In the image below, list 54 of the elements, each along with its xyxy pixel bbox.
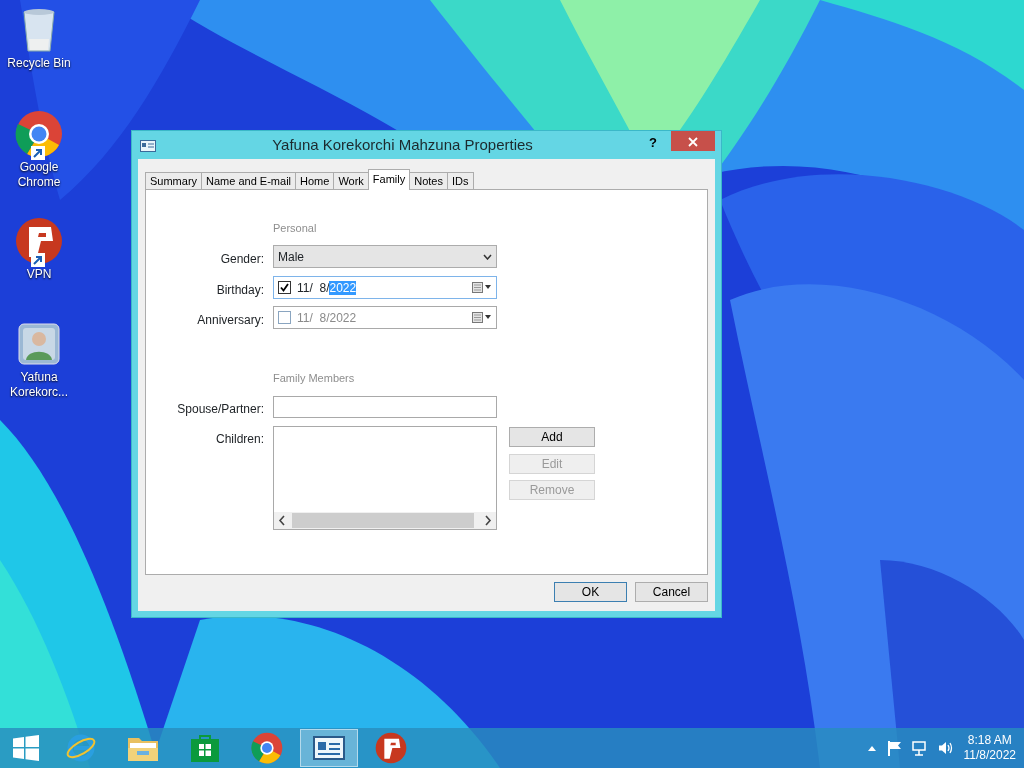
windows-start-icon[interactable] <box>13 735 39 761</box>
close-icon <box>688 137 698 148</box>
flag-icon[interactable] <box>887 740 902 756</box>
contact-icon <box>18 323 60 365</box>
tab[interactable]: Work <box>333 172 369 190</box>
tab[interactable]: IDs <box>447 172 474 190</box>
calendar-icon <box>472 282 492 293</box>
tab[interactable]: Family <box>367 169 411 190</box>
vpn-icon <box>375 732 407 764</box>
tab[interactable]: Notes <box>409 172 448 190</box>
close-button[interactable] <box>671 131 715 151</box>
contact-card-icon <box>313 736 345 760</box>
chrome-icon <box>15 110 63 158</box>
calendar-icon <box>472 312 492 323</box>
date-picker[interactable]: 11/ 8/2022 <box>273 306 497 329</box>
gender-dropdown[interactable]: Male <box>273 245 497 268</box>
spouse-input-field[interactable] <box>273 396 497 418</box>
field-label: Gender: <box>219 251 264 268</box>
vpn-icon <box>15 217 63 265</box>
contact-card-icon <box>140 140 156 152</box>
taskbar-button[interactable] <box>300 729 358 767</box>
desktop-icon[interactable]: Yafuna Korekorc... <box>0 318 78 400</box>
section-heading: Family Members <box>273 371 355 386</box>
field-label: Birthday: <box>215 282 264 299</box>
field-label: Anniversary: <box>196 312 264 329</box>
field-label: Children: <box>214 431 264 448</box>
button[interactable]: Add <box>509 427 595 447</box>
date-text: 11/ 8/2022 <box>297 310 357 325</box>
button[interactable]: OK <box>554 582 627 602</box>
button[interactable]: Cancel <box>635 582 708 602</box>
chrome-icon <box>251 732 283 764</box>
children-list-box[interactable] <box>273 426 497 530</box>
checkbox[interactable] <box>278 281 291 294</box>
desktop-icon[interactable]: Google Chrome <box>0 108 78 190</box>
scrollbar[interactable] <box>274 512 496 529</box>
clock[interactable]: 8:18 AM 11/8/2022 <box>963 733 1016 763</box>
help-button[interactable]: ? <box>649 133 657 153</box>
internet-explorer-icon <box>65 733 97 763</box>
tab[interactable]: Name and E-mail <box>201 172 297 190</box>
checkbox[interactable] <box>278 311 291 324</box>
date-text: 2022 <box>329 280 357 295</box>
store-bag-icon <box>190 733 220 763</box>
tab[interactable]: Home <box>295 172 335 190</box>
tab[interactable]: Summary <box>145 172 203 190</box>
speaker-icon[interactable] <box>937 741 954 755</box>
field-label: Spouse/Partner: <box>176 401 264 418</box>
network-icon[interactable] <box>911 740 928 756</box>
desktop-icon[interactable]: VPN <box>0 215 78 282</box>
desktop-icon[interactable]: Recycle Bin <box>0 4 78 71</box>
chevron-down-icon <box>483 253 492 260</box>
window-title: Yafuna Korekorchi Mahzuna Properties <box>271 134 534 155</box>
chevron-up-icon[interactable] <box>867 745 876 751</box>
recycle-bin-icon <box>21 7 57 53</box>
section-heading: Personal <box>273 221 317 236</box>
